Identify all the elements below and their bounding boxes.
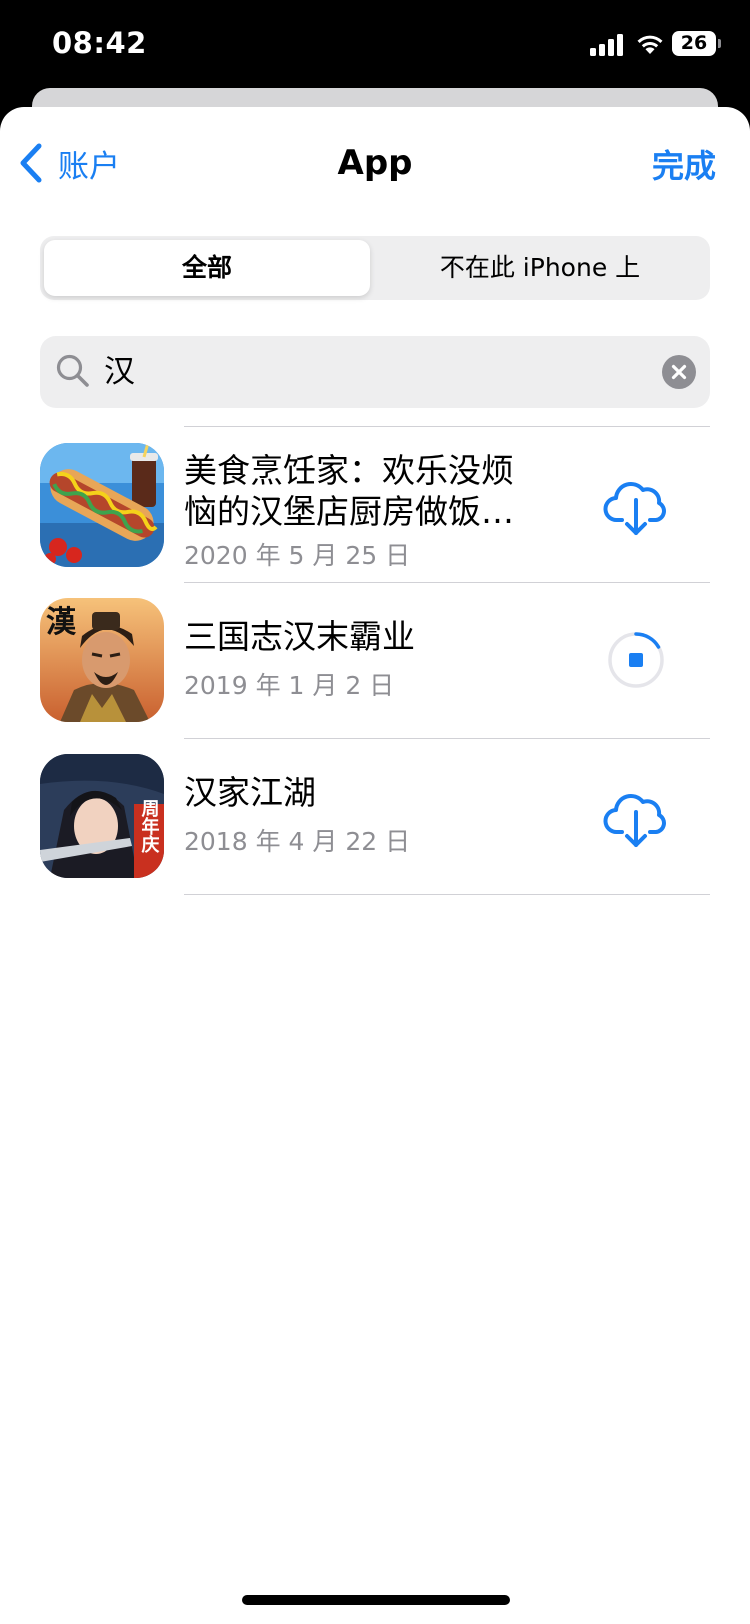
status-time: 08:42 [52, 26, 147, 60]
home-indicator[interactable] [242, 1595, 510, 1605]
app-icon-three-kingdoms: 漢 [40, 598, 164, 722]
navigation-bar: 账户 App 完成 [0, 107, 750, 217]
status-bar: 08:42 26 [0, 0, 750, 100]
app-name: 美食烹饪家：欢乐没烦恼的汉堡店厨房做饭… [184, 451, 514, 531]
app-date: 2018 年 4 月 22 日 [184, 827, 411, 856]
app-icon-cooking-fever [40, 443, 164, 567]
segment-all[interactable]: 全部 [44, 240, 370, 296]
clear-search-button[interactable] [662, 355, 696, 389]
app-icon-badge-text: 漢 [46, 605, 77, 640]
done-button[interactable]: 完成 [652, 141, 716, 187]
wifi-icon [637, 35, 663, 54]
app-icon-badge-text: 周年庆 [139, 799, 160, 854]
page-title: App [337, 143, 413, 183]
close-icon [671, 364, 687, 380]
list-item[interactable]: 美食烹饪家：欢乐没烦恼的汉堡店厨房做饭… 2020 年 5 月 25 日 [0, 426, 750, 582]
list-separator [184, 894, 710, 895]
filter-segmented-control: 全部 不在此 iPhone 上 [40, 236, 710, 300]
app-icon-han-jia-jiang-hu: 周年庆 [40, 754, 164, 878]
list-item[interactable]: 周年庆 汉家江湖 2018 年 4 月 22 日 [0, 738, 750, 894]
app-purchases-sheet: 账户 App 完成 全部 不在此 iPhone 上 汉 美食烹饪家：欢乐没烦恼的… [0, 107, 750, 1624]
cellular-signal-icon [590, 34, 626, 56]
list-item[interactable]: 漢 三国志汉末霸业 2019 年 1 月 2 日 [0, 582, 750, 738]
search-input[interactable]: 汉 [104, 336, 624, 408]
app-name: 三国志汉末霸业 [184, 617, 415, 656]
cloud-download-icon[interactable] [602, 470, 670, 538]
app-date: 2020 年 5 月 25 日 [184, 541, 411, 570]
search-bar: 汉 [40, 336, 710, 408]
app-date: 2019 年 1 月 2 日 [184, 671, 395, 700]
download-progress-stop-icon[interactable] [602, 626, 670, 694]
cloud-download-icon[interactable] [602, 782, 670, 850]
app-name: 汉家江湖 [184, 773, 316, 812]
segment-not-on-iphone[interactable]: 不在此 iPhone 上 [374, 240, 706, 296]
search-icon [56, 354, 89, 387]
battery-indicator: 26 [672, 31, 721, 56]
